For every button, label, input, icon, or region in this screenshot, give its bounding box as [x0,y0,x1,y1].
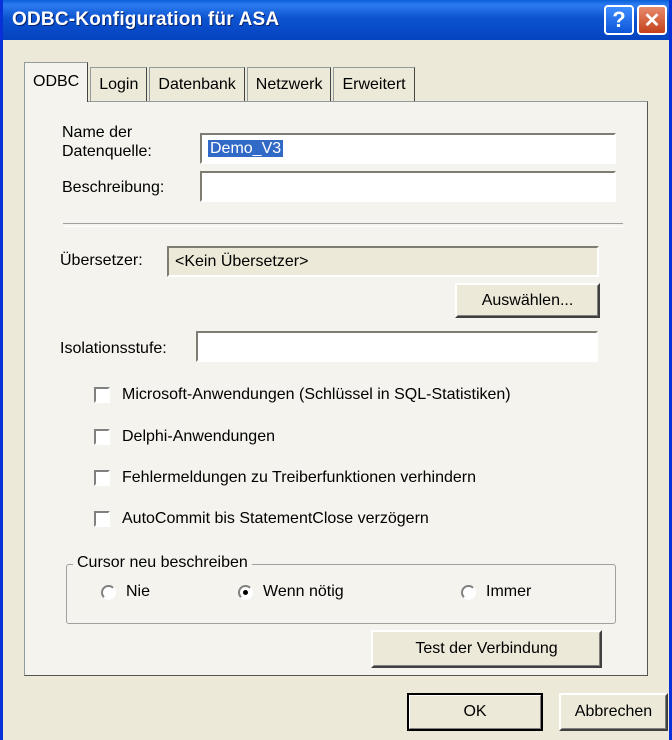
translator-label: Übersetzer: [60,252,143,269]
checkbox-microsoft-apps[interactable]: Microsoft-Anwendungen (Schlüssel in SQL-… [94,386,511,404]
ok-label: OK [463,703,487,720]
radio-label: Immer [486,583,532,600]
checkbox-label: Fehlermeldungen zu Treiberfunktionen ver… [122,469,476,486]
radio-wenn-noetig[interactable]: Wenn nötig [238,583,344,601]
test-connection-button[interactable]: Test der Verbindung [371,630,602,668]
checkbox-label: Microsoft-Anwendungen (Schlüssel in SQL-… [122,386,511,403]
radio-label: Nie [126,583,151,600]
checkbox-label: Delphi-Anwendungen [122,428,275,445]
checkbox-suppress-driver-errors[interactable]: Fehlermeldungen zu Treiberfunktionen ver… [94,469,476,487]
cancel-label: Abbrechen [574,703,653,720]
cursor-rewrite-group-label: Cursor neu beschreiben [73,554,252,572]
test-connection-label: Test der Verbindung [415,640,558,657]
datasource-label-line1: Name der [62,124,133,141]
description-input[interactable] [200,171,616,202]
choose-translator-button[interactable]: Auswählen... [455,283,600,318]
checkbox-box[interactable] [94,429,110,445]
tab-netzwerk[interactable]: Netzwerk [246,67,332,102]
radio-button[interactable] [238,584,253,600]
close-icon[interactable]: ✕ [637,5,667,35]
help-icon[interactable]: ? [604,5,634,35]
ok-button[interactable]: OK [407,693,543,731]
radio-label: Wenn nötig [263,583,344,600]
datasource-name-value: Demo_V3 [208,140,284,157]
checkbox-box[interactable] [94,470,110,486]
checkbox-box[interactable] [94,511,110,527]
translator-field: <Kein Übersetzer> [167,246,599,277]
separator [63,223,623,227]
datasource-label-line2: Datenquelle: [62,143,152,160]
checkbox-box[interactable] [94,387,110,403]
tab-erweitert[interactable]: Erweitert [333,67,415,102]
choose-button-label: Auswählen... [481,291,574,309]
title-bar[interactable]: ODBC-Konfiguration für ASA ? ✕ [3,0,669,40]
tab-odbc[interactable]: ODBC [24,62,89,102]
tab-strip: ODBC Login Datenbank Netzwerk Erweitert [24,62,417,102]
radio-nie[interactable]: Nie [101,583,150,601]
window-title: ODBC-Konfiguration für ASA [12,9,280,30]
datasource-name-input[interactable]: Demo_V3 [200,133,616,164]
radio-immer[interactable]: Immer [461,583,531,601]
description-label: Beschreibung: [62,179,165,196]
checkbox-label: AutoCommit bis StatementClose verzögern [122,510,429,527]
checkbox-delay-autocommit[interactable]: AutoCommit bis StatementClose verzögern [94,510,429,528]
isolation-level-input[interactable] [196,331,598,362]
isolation-label: Isolationsstufe: [60,340,167,357]
tab-datenbank[interactable]: Datenbank [149,67,245,102]
datasource-label: Name der Datenquelle: [62,123,152,161]
radio-button[interactable] [101,584,116,600]
tab-login[interactable]: Login [90,67,148,102]
radio-button[interactable] [461,584,476,600]
checkbox-delphi-apps[interactable]: Delphi-Anwendungen [94,428,275,446]
cancel-button[interactable]: Abbrechen [559,693,668,731]
odbc-config-dialog: ODBC-Konfiguration für ASA ? ✕ ODBC Logi… [0,0,672,740]
